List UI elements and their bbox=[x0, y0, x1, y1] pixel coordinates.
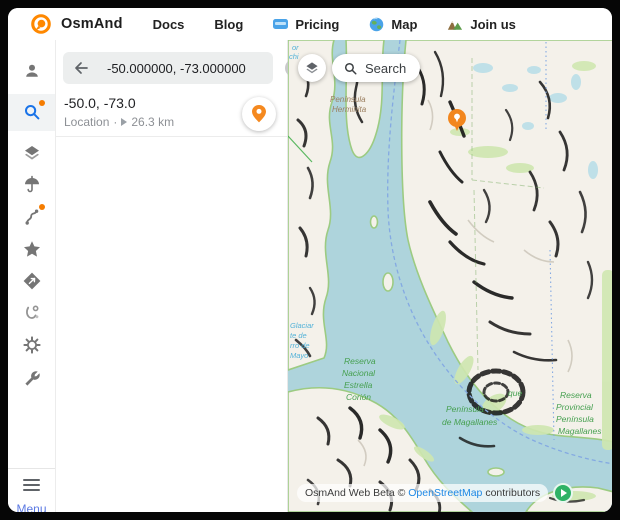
result-title: -50.0, -73.0 bbox=[64, 95, 136, 111]
play-icon bbox=[561, 489, 567, 497]
result-type: Location bbox=[64, 115, 109, 129]
svg-text:Península: Península bbox=[330, 95, 366, 104]
layers-icon bbox=[22, 143, 42, 163]
result-divider bbox=[56, 136, 287, 137]
search-result-item[interactable]: -50.0, -73.0 Location · 26.3 km bbox=[56, 92, 287, 136]
result-separator: · bbox=[113, 115, 117, 129]
nav-map-label: Map bbox=[391, 17, 417, 32]
top-navigation-bar: OsmAnd Docs Blog Pricing Map bbox=[8, 8, 612, 40]
attribution-prefix: OsmAnd Web Beta © bbox=[305, 487, 408, 499]
sidebar-item-tracks[interactable] bbox=[8, 296, 55, 330]
map-layers-button[interactable] bbox=[298, 54, 326, 82]
map-layers-icon bbox=[304, 60, 320, 76]
svg-text:Península: Península bbox=[556, 414, 594, 424]
navigation-icon bbox=[22, 271, 42, 291]
svg-text:Estrella: Estrella bbox=[344, 380, 373, 390]
main-content: Menu ✕ -50.0, -73.0 Location · 26.3 km bbox=[8, 40, 612, 512]
search-panel: ✕ -50.0, -73.0 Location · 26.3 km bbox=[56, 40, 288, 512]
nav-join-us-label: Join us bbox=[470, 17, 516, 32]
nav-join-us[interactable]: Join us bbox=[447, 17, 516, 32]
nav-docs-label: Docs bbox=[153, 17, 185, 32]
nav-map[interactable]: Map bbox=[369, 17, 417, 32]
svg-text:Mayo: Mayo bbox=[290, 351, 308, 360]
svg-text:Nacional: Nacional bbox=[342, 368, 376, 378]
star-icon bbox=[22, 239, 42, 259]
search-badge-dot bbox=[39, 100, 45, 106]
sidebar-item-weather[interactable] bbox=[8, 168, 55, 202]
sidebar-item-search[interactable] bbox=[8, 95, 55, 129]
person-icon bbox=[22, 61, 42, 81]
mountains-icon bbox=[447, 17, 463, 31]
location-pin-icon bbox=[250, 104, 268, 124]
svg-text:Corión: Corión bbox=[346, 392, 371, 402]
svg-text:Glaciar: Glaciar bbox=[290, 321, 314, 330]
sidebar-item-layers[interactable] bbox=[8, 136, 55, 170]
svg-text:Península: Península bbox=[446, 404, 484, 414]
osmand-logo-icon bbox=[30, 13, 52, 35]
search-box: ✕ bbox=[63, 52, 273, 84]
svg-text:te de: te de bbox=[290, 331, 307, 340]
brand-name: OsmAnd bbox=[61, 16, 123, 32]
map-attribution-area: OsmAnd Web Beta © OpenStreetMap contribu… bbox=[297, 483, 573, 503]
map-search-label: Search bbox=[365, 61, 406, 76]
back-arrow-icon[interactable] bbox=[71, 58, 91, 78]
tracker-play-button[interactable] bbox=[553, 483, 573, 503]
sidebar-item-directions[interactable] bbox=[8, 200, 55, 234]
credit-card-icon bbox=[273, 19, 288, 29]
sidebar-item-favorites[interactable] bbox=[8, 232, 55, 266]
search-icon bbox=[22, 102, 42, 122]
top-nav-items: Docs Blog Pricing Map bbox=[153, 17, 516, 32]
wrench-icon bbox=[22, 367, 42, 387]
svg-text:de Magallanes: de Magallanes bbox=[442, 417, 498, 427]
nav-docs[interactable]: Docs bbox=[153, 17, 185, 32]
nav-pricing-label: Pricing bbox=[295, 17, 339, 32]
menu-label: Menu bbox=[8, 502, 55, 512]
attribution-suffix: contributors bbox=[482, 487, 540, 499]
svg-text:chi: chi bbox=[289, 52, 299, 61]
result-pin-button[interactable] bbox=[242, 97, 276, 131]
map-tiles: or chi Península Herminita Glaciar te de… bbox=[288, 40, 612, 512]
sidebar-item-navigation[interactable] bbox=[8, 264, 55, 298]
direction-icon bbox=[121, 118, 127, 126]
svg-text:Provincial: Provincial bbox=[556, 402, 594, 412]
search-input[interactable] bbox=[105, 60, 285, 77]
osmand-logo-home-link[interactable]: OsmAnd bbox=[30, 13, 123, 35]
sidebar-item-settings[interactable] bbox=[8, 328, 55, 362]
svg-text:Reserva: Reserva bbox=[560, 390, 592, 400]
svg-text:rro de: rro de bbox=[290, 341, 310, 350]
map-search-button[interactable]: Search bbox=[332, 54, 420, 82]
svg-text:que: que bbox=[508, 388, 522, 398]
sidebar-menu-divider bbox=[8, 468, 55, 469]
nav-blog-label: Blog bbox=[214, 17, 243, 32]
left-icon-sidebar: Menu bbox=[8, 40, 56, 512]
map-canvas[interactable]: or chi Península Herminita Glaciar te de… bbox=[288, 40, 612, 512]
result-subtitle: Location · 26.3 km bbox=[64, 115, 174, 129]
svg-text:Herminita: Herminita bbox=[332, 105, 367, 114]
directions-badge-dot bbox=[39, 204, 45, 210]
route-icon bbox=[22, 207, 42, 227]
svg-text:or: or bbox=[292, 43, 299, 52]
globe-icon bbox=[369, 17, 384, 32]
app-window: OsmAnd Docs Blog Pricing Map bbox=[8, 8, 612, 512]
sidebar-item-tools[interactable] bbox=[8, 360, 55, 394]
umbrella-icon bbox=[22, 175, 42, 195]
svg-text:Magallanes: Magallanes bbox=[558, 426, 602, 436]
nav-blog[interactable]: Blog bbox=[214, 17, 243, 32]
result-distance: 26.3 km bbox=[131, 115, 174, 129]
track-icon bbox=[22, 303, 42, 323]
map-attribution: OsmAnd Web Beta © OpenStreetMap contribu… bbox=[297, 484, 548, 502]
sidebar-menu-button[interactable]: Menu bbox=[8, 473, 55, 512]
openstreetmap-link[interactable]: OpenStreetMap bbox=[408, 487, 482, 499]
map-search-icon bbox=[343, 61, 358, 76]
nav-pricing[interactable]: Pricing bbox=[273, 17, 339, 32]
hamburger-icon bbox=[23, 476, 40, 494]
gear-icon bbox=[22, 335, 42, 355]
sidebar-item-account[interactable] bbox=[8, 54, 55, 88]
svg-text:Reserva: Reserva bbox=[344, 356, 376, 366]
